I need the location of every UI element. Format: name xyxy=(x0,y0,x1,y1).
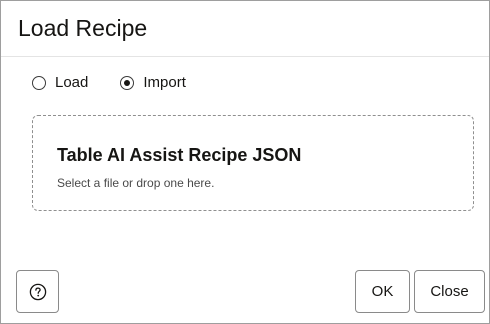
dropzone-hint: Select a file or drop one here. xyxy=(57,176,215,190)
import-radio-label[interactable]: Import xyxy=(143,73,186,93)
ok-button[interactable]: OK xyxy=(355,270,410,313)
import-radio[interactable]: Import xyxy=(120,73,186,93)
load-recipe-dialog: Load Recipe Load Import Table AI Assist … xyxy=(0,0,490,324)
load-radio-label[interactable]: Load xyxy=(55,73,88,93)
file-dropzone[interactable]: Table AI Assist Recipe JSON Select a fil… xyxy=(32,115,474,211)
help-icon xyxy=(29,283,46,300)
load-radio[interactable]: Load xyxy=(32,73,88,93)
close-button[interactable]: Close xyxy=(414,270,485,313)
help-button[interactable] xyxy=(16,270,59,313)
source-radio-group: Load Import xyxy=(32,72,186,94)
dialog-title: Load Recipe xyxy=(18,15,148,41)
import-radio-circle[interactable] xyxy=(120,76,135,90)
dialog-header: Load Recipe xyxy=(1,1,489,57)
dropzone-title: Table AI Assist Recipe JSON xyxy=(57,145,302,165)
load-radio-circle[interactable] xyxy=(32,76,46,90)
